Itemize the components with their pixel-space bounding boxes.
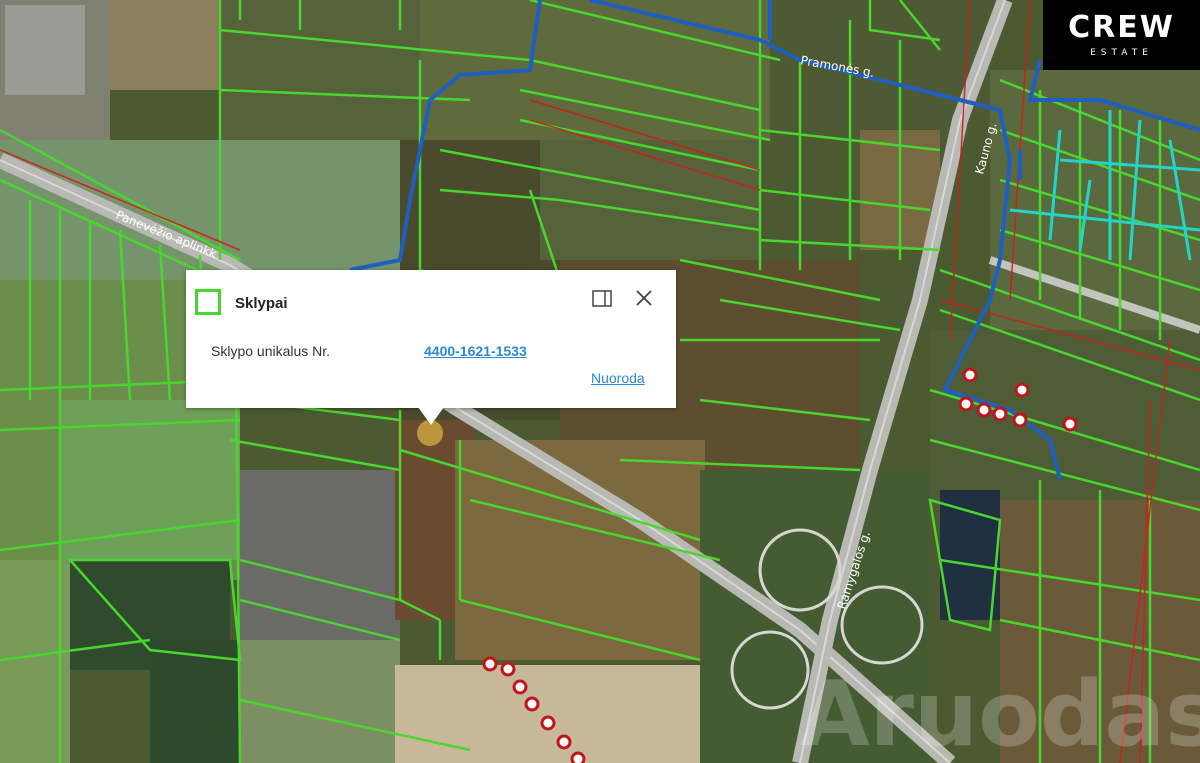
watermark: Aruodas bbox=[800, 662, 1200, 763]
logo-main-text: CREW bbox=[1068, 10, 1175, 45]
parcel-id-link[interactable]: 4400-1621-1533 bbox=[424, 343, 527, 359]
logo-sub-text: ESTATE bbox=[1090, 48, 1153, 58]
warehouse-roof bbox=[5, 5, 85, 95]
crew-estate-logo: CREW ESTATE bbox=[1043, 0, 1200, 70]
square-outline-icon bbox=[195, 289, 221, 315]
parcel-id-label: Sklypo unikalus Nr. bbox=[211, 343, 331, 359]
nuoroda-link[interactable]: Nuoroda bbox=[591, 370, 645, 386]
popup-title: Sklypai bbox=[235, 295, 288, 312]
dock-panel-icon[interactable] bbox=[592, 290, 612, 307]
parcel-info-popup: Sklypai Sklypo unikalus Nr. 4400-1621-15… bbox=[186, 270, 676, 425]
close-icon[interactable] bbox=[634, 288, 654, 308]
popup-pointer bbox=[418, 407, 444, 425]
